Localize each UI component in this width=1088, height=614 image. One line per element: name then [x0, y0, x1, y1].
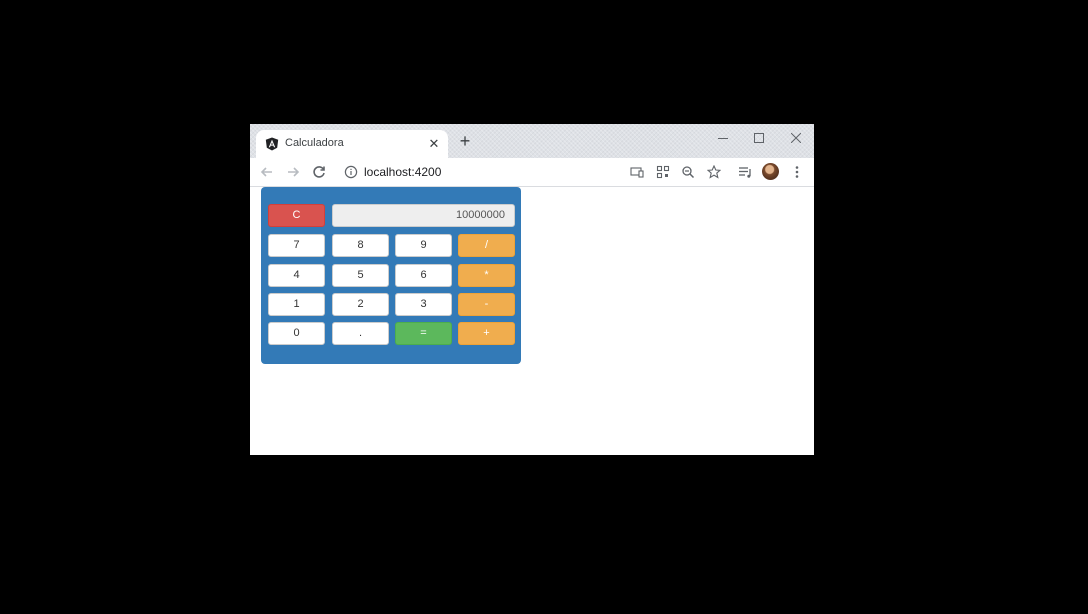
zoom-icon[interactable] [681, 165, 695, 179]
window-close-icon[interactable] [783, 128, 811, 148]
close-icon[interactable]: ✕ [426, 136, 442, 152]
digit-9-button[interactable]: 9 [395, 234, 452, 257]
digit-8-button[interactable]: 8 [332, 234, 389, 257]
avatar[interactable] [762, 163, 779, 180]
digit-5-button[interactable]: 5 [332, 264, 389, 287]
divide-button[interactable]: / [458, 234, 515, 257]
tab-calculadora[interactable]: Calculadora ✕ [256, 130, 448, 158]
qr-code-icon[interactable] [656, 165, 670, 179]
add-button[interactable]: + [458, 322, 515, 345]
digit-3-button[interactable]: 3 [395, 293, 452, 316]
browser-toolbar: localhost:4200 [250, 158, 814, 187]
digit-1-button[interactable]: 1 [268, 293, 325, 316]
tab-title: Calculadora [285, 137, 344, 149]
title-bar: Calculadora ✕ + [250, 124, 814, 158]
maximize-icon[interactable] [746, 128, 774, 148]
back-icon[interactable] [258, 163, 276, 181]
decimal-button[interactable]: . [332, 322, 389, 345]
forward-icon[interactable] [284, 163, 302, 181]
media-queue-icon[interactable] [737, 164, 753, 180]
calculator-panel: C 10000000 7 8 9 / 4 5 6 * 1 2 3 - 0 . =… [261, 187, 521, 364]
minimize-icon[interactable] [710, 128, 738, 148]
digit-6-button[interactable]: 6 [395, 264, 452, 287]
digit-2-button[interactable]: 2 [332, 293, 389, 316]
info-icon[interactable] [344, 165, 358, 179]
equals-button[interactable]: = [395, 322, 452, 345]
multiply-button[interactable]: * [458, 264, 515, 287]
digit-0-button[interactable]: 0 [268, 322, 325, 345]
url-text: localhost:4200 [364, 165, 442, 179]
angular-favicon-icon [265, 137, 279, 151]
page-viewport: C 10000000 7 8 9 / 4 5 6 * 1 2 3 - 0 . =… [250, 187, 814, 455]
digit-7-button[interactable]: 7 [268, 234, 325, 257]
digit-4-button[interactable]: 4 [268, 264, 325, 287]
subtract-button[interactable]: - [458, 293, 515, 316]
address-bar[interactable]: localhost:4200 [338, 161, 740, 183]
result-display: 10000000 [332, 204, 515, 227]
reload-icon[interactable] [310, 163, 328, 181]
clear-button[interactable]: C [268, 204, 325, 227]
new-tab-icon[interactable]: + [456, 132, 474, 150]
browser-window: Calculadora ✕ + localhost:4200 C 1000000… [250, 124, 814, 455]
cast-icon[interactable] [630, 165, 644, 179]
star-icon[interactable] [707, 165, 721, 179]
more-menu-icon[interactable] [790, 164, 804, 180]
